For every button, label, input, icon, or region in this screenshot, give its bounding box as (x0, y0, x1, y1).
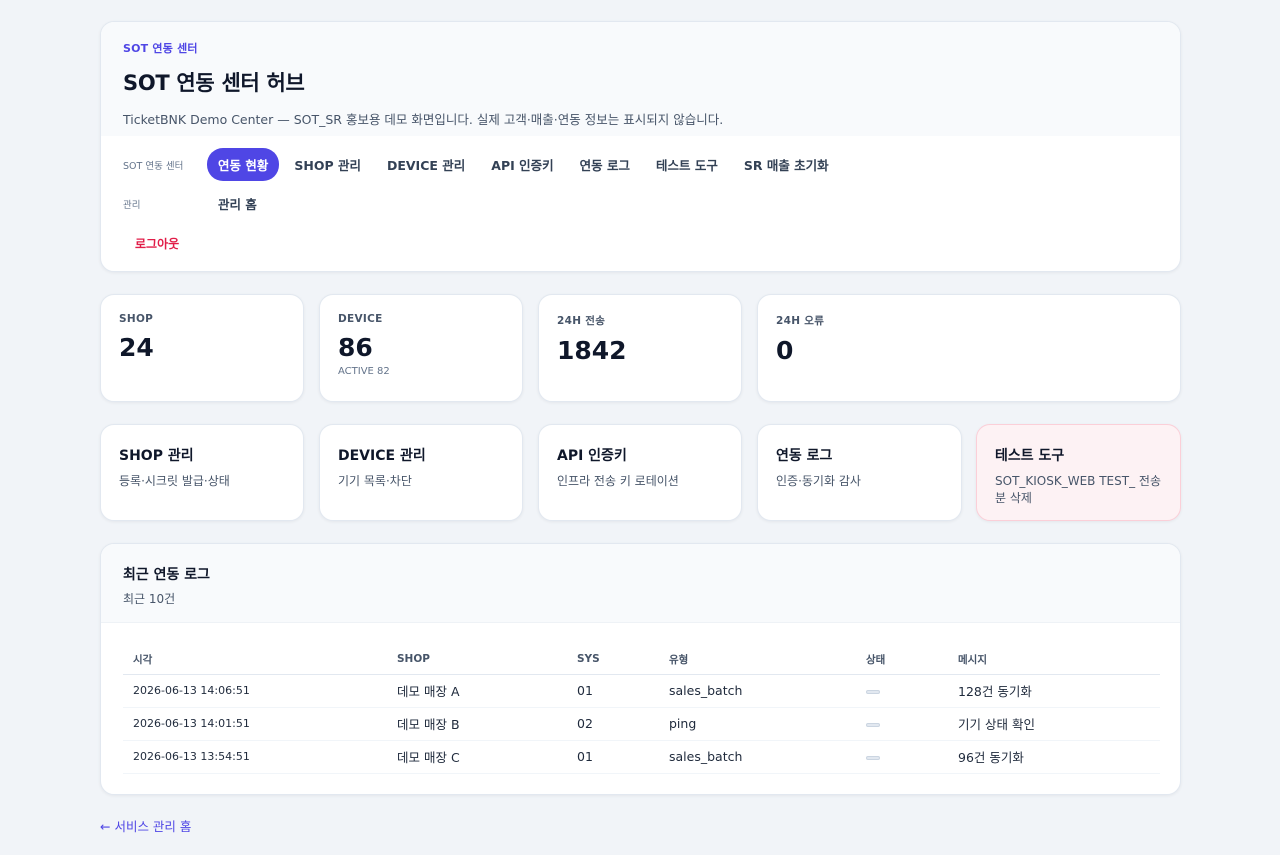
cell-time: 2026-06-13 14:06:51 (123, 674, 387, 708)
quick-link-title: 테스트 도구 (995, 448, 1065, 464)
table-row: 2026-06-13 14:01:51 데모 매장 B 02 ping 기기 상… (123, 707, 1160, 741)
table-header-row: 시각 SHOP SYS 유형 상태 메시지 (123, 645, 1160, 675)
cell-type: sales_batch (659, 674, 856, 708)
nav-row-admin: 관리 관리 홈 (123, 187, 272, 220)
stat-label: SHOP (119, 313, 154, 325)
stat-value: 86 (338, 333, 373, 362)
column-header-message: 메시지 (948, 645, 1160, 675)
quick-link-description: 기기 목록·차단 (338, 474, 412, 488)
column-header-time: 시각 (123, 645, 387, 675)
quick-link-title: 연동 로그 (776, 448, 833, 464)
tab-api-keys[interactable]: API 인증키 (480, 148, 564, 181)
quick-link-description: SOT_KIOSK_WEB TEST_ 전송분 삭제 (995, 474, 1161, 505)
quick-link-description: 등록·시크릿 발급·상태 (119, 474, 230, 488)
logout-button[interactable]: 로그아웃 (135, 235, 179, 252)
quick-link-shop-management[interactable]: SHOP 관리 등록·시크릿 발급·상태 (100, 424, 304, 521)
quick-link-device-management[interactable]: DEVICE 관리 기기 목록·차단 (319, 424, 523, 521)
eyebrow-label: SOT 연동 센터 (123, 42, 198, 55)
stat-value: 1842 (557, 336, 627, 365)
quick-link-title: API 인증키 (557, 448, 627, 464)
cell-sys: 01 (567, 674, 659, 708)
stat-label: DEVICE (338, 313, 383, 325)
header-card: SOT 연동 센터 SOT 연동 센터 허브 TicketBNK Demo Ce… (100, 21, 1181, 272)
logs-table: 시각 SHOP SYS 유형 상태 메시지 2026-06-13 14:06:5… (123, 645, 1160, 774)
column-header-type: 유형 (659, 645, 856, 675)
quick-link-description: 인증·동기화 감사 (776, 474, 861, 488)
nav-group-label: SOT 연동 센터 (123, 160, 184, 172)
quick-link-api-keys[interactable]: API 인증키 인프라 전송 키 로테이션 (538, 424, 742, 521)
stat-card-device: DEVICE 86 ACTIVE 82 (319, 294, 523, 402)
status-badge (866, 689, 880, 694)
quick-link-description: 인프라 전송 키 로테이션 (557, 474, 679, 488)
hero-section: SOT 연동 센터 SOT 연동 센터 허브 TicketBNK Demo Ce… (101, 22, 1180, 136)
quick-link-test-tools[interactable]: 테스트 도구 SOT_KIOSK_WEB TEST_ 전송분 삭제 (976, 424, 1181, 521)
cell-type: sales_batch (659, 740, 856, 774)
tab-shop-management[interactable]: SHOP 관리 (283, 148, 372, 181)
cell-type: ping (659, 707, 856, 741)
quick-link-title: DEVICE 관리 (338, 448, 426, 464)
quick-link-title: SHOP 관리 (119, 448, 194, 464)
nav-group-label-admin: 관리 (123, 199, 141, 211)
cell-shop: 데모 매장 B (387, 707, 567, 741)
tab-device-management[interactable]: DEVICE 관리 (376, 148, 476, 181)
status-badge (866, 722, 880, 727)
cell-shop: 데모 매장 A (387, 674, 567, 708)
tab-integration-logs[interactable]: 연동 로그 (569, 148, 641, 181)
column-header-sys: SYS (567, 645, 659, 675)
recent-logs-header: 최근 연동 로그 최근 10건 (101, 544, 1180, 623)
stat-subtext: ACTIVE 82 (338, 366, 390, 377)
recent-logs-subtitle: 최근 10건 (123, 592, 176, 606)
recent-logs-card: 최근 연동 로그 최근 10건 시각 SHOP SYS 유형 상태 메시지 20… (100, 543, 1181, 795)
stat-label: 24H 오류 (776, 315, 825, 327)
tab-admin-home[interactable]: 관리 홈 (207, 187, 268, 220)
stat-card-shop: SHOP 24 (100, 294, 304, 402)
status-badge (866, 755, 880, 760)
stat-card-24h-transfers: 24H 전송 1842 (538, 294, 742, 402)
table-row: 2026-06-13 13:54:51 데모 매장 C 01 sales_bat… (123, 740, 1160, 774)
stat-value: 0 (776, 336, 794, 365)
stat-card-24h-errors: 24H 오류 0 (757, 294, 1181, 402)
cell-shop: 데모 매장 C (387, 740, 567, 774)
stat-label: 24H 전송 (557, 315, 606, 327)
page-title: SOT 연동 센터 허브 (123, 71, 305, 95)
cell-message: 기기 상태 확인 (948, 707, 1160, 741)
cell-message: 128건 동기화 (948, 674, 1160, 708)
cell-status (856, 674, 948, 708)
cell-status (856, 740, 948, 774)
nav-row-main: SOT 연동 센터 연동 현황 SHOP 관리 DEVICE 관리 API 인증… (123, 148, 844, 181)
column-header-status: 상태 (856, 645, 948, 675)
tab-sr-sales-reset[interactable]: SR 매출 초기화 (733, 148, 840, 181)
stat-value: 24 (119, 333, 154, 362)
tab-test-tools[interactable]: 테스트 도구 (645, 148, 729, 181)
cell-sys: 02 (567, 707, 659, 741)
page-description: TicketBNK Demo Center — SOT_SR 홍보용 데모 화면… (123, 112, 724, 127)
back-to-service-admin-link[interactable]: ← 서비스 관리 홈 (100, 816, 191, 835)
cell-time: 2026-06-13 14:01:51 (123, 707, 387, 741)
cell-sys: 01 (567, 740, 659, 774)
quick-link-integration-logs[interactable]: 연동 로그 인증·동기화 감사 (757, 424, 962, 521)
recent-logs-title: 최근 연동 로그 (123, 567, 211, 583)
tab-integration-status[interactable]: 연동 현황 (207, 148, 280, 181)
cell-message: 96건 동기화 (948, 740, 1160, 774)
cell-time: 2026-06-13 13:54:51 (123, 740, 387, 774)
table-row: 2026-06-13 14:06:51 데모 매장 A 01 sales_bat… (123, 674, 1160, 708)
cell-status (856, 707, 948, 741)
column-header-shop: SHOP (387, 645, 567, 675)
